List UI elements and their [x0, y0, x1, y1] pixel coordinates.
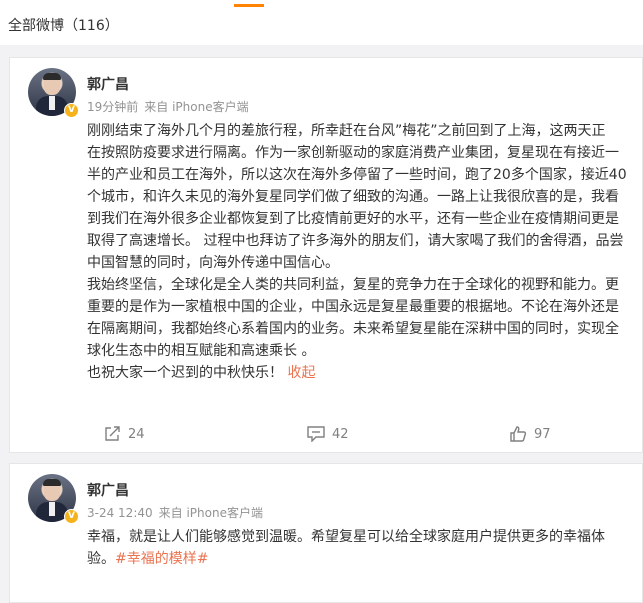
hashtag-link[interactable]: #幸福的模样#: [115, 551, 208, 567]
post-text: 幸福，就是让人们能够感觉到温暖。希望复星可以给全球家庭用户提供更多的幸福体 验。…: [87, 526, 627, 570]
author-name[interactable]: 郭广昌: [87, 74, 129, 94]
repost-count: 24: [128, 426, 145, 442]
collapse-link[interactable]: 收起: [287, 365, 315, 381]
comment-icon: [307, 426, 325, 442]
like-button[interactable]: 97: [510, 426, 551, 442]
verified-badge-icon: V: [64, 103, 79, 118]
post-line: 个城市，和许久未见的海外复星同学们做了细致的沟通。一路上让我很欣喜的是，我看: [87, 189, 619, 205]
post-line: 幸福，就是让人们能够感觉到温暖。希望复星可以给全球家庭用户提供更多的幸福体: [87, 529, 605, 545]
comment-button[interactable]: 42: [307, 426, 349, 442]
post-line: 刚刚结束了海外几个月的差旅行程，所幸赶在台风”梅花”之前回到了上海，这两天正: [87, 123, 606, 139]
post-text: 刚刚结束了海外几个月的差旅行程，所幸赶在台风”梅花”之前回到了上海，这两天正 在…: [87, 120, 627, 384]
post-actions: 24 42 97: [10, 416, 643, 452]
post-line-last: 也祝大家一个迟到的中秋快乐！ 收起: [87, 362, 627, 384]
post-line: 在按照防疫要求进行隔离。作为一家创新驱动的家庭消费产业集团，复星现在有接近一: [87, 145, 619, 161]
post-line: 半的产业和员工在海外，所以这次在海外多停留了一些时间，跑了20多个国家，接近40: [87, 167, 627, 183]
repost-icon: [105, 426, 120, 441]
post-line: 到我们在海外很多企业都恢复到了比疫情前更好的水平，还有一些企业在疫情期间更是: [87, 211, 619, 227]
post-line: 中国智慧的同时，向海外传递中国信心。: [87, 255, 339, 271]
weibo-post: V 郭广昌 3-24 12:40 来自 iPhone客户端 幸福，就是让人们能够感…: [9, 463, 643, 603]
top-nav-strip: [0, 0, 643, 7]
post-line: 取得了高速增长。 过程中也拜访了许多海外的朋友们，请大家喝了我们的舍得酒，品尝: [87, 233, 624, 249]
post-closing: 也祝大家一个迟到的中秋快乐！: [87, 365, 283, 381]
weibo-count-label: 全部微博（116）: [8, 18, 119, 34]
post-line: 在隔离期间，我都始终心系着国内的业务。未来希望复星能在深耕中国的同时，实现全: [87, 321, 619, 337]
repost-button[interactable]: 24: [104, 426, 145, 442]
verified-badge-icon: V: [64, 509, 79, 524]
post-line: 验。#幸福的模样#: [87, 548, 627, 570]
post-source: 来自 iPhone客户端: [144, 100, 249, 114]
comment-count: 42: [332, 426, 349, 442]
post-time[interactable]: 19分钟前: [87, 100, 138, 114]
post-meta: 19分钟前 来自 iPhone客户端: [87, 98, 249, 115]
weibo-count-header: 全部微博（116）: [0, 7, 643, 45]
post-time[interactable]: 3-24 12:40: [87, 506, 153, 520]
post-source: 来自 iPhone客户端: [158, 506, 263, 520]
post-line: 重要的是作为一家植根中国的企业，中国永远是复星最重要的根据地。不论在海外还是: [87, 299, 619, 315]
weibo-post: V 郭广昌 19分钟前 来自 iPhone客户端 刚刚结束了海外几个月的差旅行程，…: [9, 57, 643, 453]
post-meta: 3-24 12:40 来自 iPhone客户端: [87, 504, 263, 521]
post-line: 球化生态中的相互赋能和高速乘长 。: [87, 343, 316, 359]
thumbs-up-icon: [510, 426, 527, 442]
author-name[interactable]: 郭广昌: [87, 480, 129, 500]
like-count: 97: [534, 426, 551, 442]
post-line-text: 验。: [87, 551, 115, 567]
post-line: 我始终坚信，全球化是全人类的共同利益，复星的竞争力在于全球化的视野和能力。更: [87, 277, 619, 293]
